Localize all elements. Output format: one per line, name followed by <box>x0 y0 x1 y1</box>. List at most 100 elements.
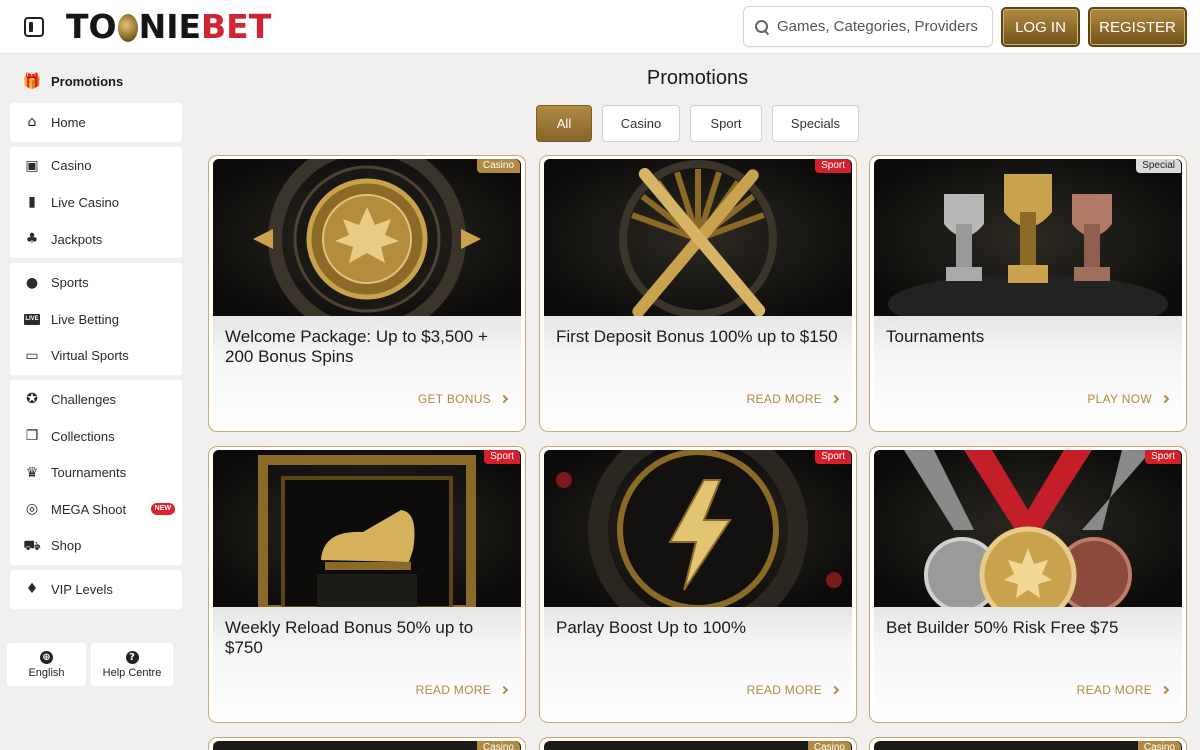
promo-cta-link[interactable]: READ MORE <box>746 683 840 697</box>
category-badge: Casino <box>476 159 520 173</box>
sidebar-toggle-icon[interactable] <box>24 17 44 37</box>
promo-card[interactable]: Sport First Deposit Bonus 100% up to $150… <box>539 155 857 432</box>
new-badge: NEW <box>150 502 175 515</box>
promo-cta-link[interactable]: PLAY NOW <box>1087 392 1170 406</box>
promo-card[interactable]: Sport Parlay Boost Up to 100% READ MORE <box>539 446 857 723</box>
clover-icon: ♣ <box>25 231 39 248</box>
logo[interactable]: TO NIE BET <box>66 8 271 46</box>
sidebar-item-vip-levels[interactable]: ♦ VIP Levels <box>10 571 182 608</box>
sidebar-item-home[interactable]: ⌂ Home <box>10 104 182 141</box>
search-box[interactable] <box>743 6 993 47</box>
coin-icon <box>117 14 138 42</box>
promo-image <box>544 741 852 750</box>
filter-casino[interactable]: Casino <box>602 105 680 142</box>
search-icon <box>755 19 769 34</box>
sidebar-item-jackpots[interactable]: ♣ Jackpots <box>10 221 182 258</box>
chevron-right-icon <box>499 685 509 695</box>
chevron-right-icon <box>830 394 840 404</box>
medal-icon: ✪ <box>26 391 38 408</box>
category-badge: Special <box>1136 159 1181 173</box>
search-input[interactable] <box>777 18 987 35</box>
chevron-right-icon <box>830 685 840 695</box>
sidebar-item-promotions[interactable]: 🎁 Promotions <box>10 64 182 98</box>
sidebar-item-label: Shop <box>51 538 82 554</box>
promo-cta-link[interactable]: GET BONUS <box>418 392 509 406</box>
promo-card[interactable]: Casino <box>539 737 857 750</box>
sidebar-item-mega-shoot[interactable]: ◎ MEGA Shoot NEW <box>10 491 182 528</box>
sidebar-item-label: VIP Levels <box>51 581 113 597</box>
target-icon: ◎ <box>25 501 39 518</box>
sidebar-item-label: Live Betting <box>51 311 119 327</box>
promo-title: First Deposit Bonus 100% up to $150 <box>556 327 838 346</box>
sidebar-group: ▣ Casino ▮ Live Casino ♣ Jackpots <box>10 146 182 259</box>
diamond-icon: ♦ <box>25 581 39 598</box>
promo-card[interactable]: Special Tournaments PLAY NOW <box>869 155 1187 432</box>
category-badge: Casino <box>807 741 851 750</box>
promo-cta-link[interactable]: READ MORE <box>746 392 840 406</box>
promo-card[interactable]: Casino <box>869 737 1187 750</box>
promo-cta-label: READ MORE <box>415 683 491 697</box>
login-button[interactable]: LOG IN <box>1001 7 1080 47</box>
globe-icon: ⊕ <box>40 650 53 664</box>
promo-cta-label: READ MORE <box>746 392 822 406</box>
filter-sport[interactable]: Sport <box>690 105 762 142</box>
category-badge: Sport <box>815 159 851 173</box>
chevron-right-icon <box>1160 394 1170 404</box>
sidebar-item-live-betting[interactable]: LIVE Live Betting <box>10 301 182 338</box>
category-badge: Sport <box>815 450 851 464</box>
promo-card[interactable]: Casino Welcome Package: Up to $3,500 + 20… <box>208 155 526 432</box>
chevron-right-icon <box>1160 685 1170 695</box>
language-button[interactable]: ⊕ English <box>7 643 86 686</box>
top-header: TO NIE BET LOG IN REGISTER <box>0 0 1200 54</box>
sidebar-item-shop[interactable]: ⛟ Shop <box>10 528 182 565</box>
promo-image <box>874 741 1182 750</box>
sidebar-item-casino[interactable]: ▣ Casino <box>10 148 182 185</box>
promo-image <box>874 450 1182 607</box>
cart-icon: ⛟ <box>23 537 41 554</box>
cards-icon: ❐ <box>25 428 39 445</box>
sidebar-item-label: Home <box>51 114 86 130</box>
filter-all[interactable]: All <box>536 105 592 142</box>
sidebar-item-label: Virtual Sports <box>51 348 129 364</box>
promo-cta-link[interactable]: READ MORE <box>1077 683 1170 697</box>
sidebar-item-label: Challenges <box>51 391 117 407</box>
filter-specials[interactable]: Specials <box>772 105 859 142</box>
category-badge: Sport <box>1145 450 1181 464</box>
promo-image <box>213 159 521 316</box>
promo-cta-link[interactable]: READ MORE <box>415 683 509 697</box>
promo-card[interactable]: Sport Bet Builder 50% Risk Free $75 READ M… <box>869 446 1187 723</box>
sidebar-group: ✪ Challenges ❐ Collections ♛ Tournaments ◎ MEGA… <box>10 380 182 566</box>
logo-text-1: TO <box>66 7 117 46</box>
sidebar-item-label: Collections <box>51 428 115 444</box>
sidebar-footer: ⊕ English ? Help Centre <box>7 643 173 686</box>
promo-card[interactable]: Sport Weekly Reload Bonus 50% up to $750 R… <box>208 446 526 723</box>
sidebar-item-label: Live Casino <box>51 194 119 210</box>
register-button[interactable]: REGISTER <box>1088 7 1187 47</box>
slot-machine-icon: ▣ <box>25 157 39 174</box>
promo-title: Parlay Boost Up to 100% <box>556 618 746 637</box>
filter-tabs: All Casino Sport Specials <box>536 105 859 142</box>
promo-title: Welcome Package: Up to $3,500 + 200 Bonu… <box>225 327 488 366</box>
sidebar-group: ♦ VIP Levels <box>10 570 182 609</box>
help-centre-button[interactable]: ? Help Centre <box>91 643 173 686</box>
sidebar-item-label: Sports <box>51 275 89 291</box>
help-icon: ? <box>125 650 139 664</box>
sidebar-item-label: Jackpots <box>51 231 103 247</box>
promo-image <box>213 741 521 750</box>
sidebar-item-challenges[interactable]: ✪ Challenges <box>10 381 182 418</box>
logo-text-3: BET <box>201 7 272 46</box>
sidebar-item-live-casino[interactable]: ▮ Live Casino <box>10 184 182 221</box>
promo-cta-label: READ MORE <box>746 683 822 697</box>
promo-card[interactable]: Casino <box>208 737 526 750</box>
sidebar-item-virtual-sports[interactable]: ▭ Virtual Sports <box>10 338 182 375</box>
sidebar-group: ● Sports LIVE Live Betting ▭ Virtual Sports <box>10 263 182 376</box>
sidebar-item-label: Promotions <box>51 73 124 89</box>
language-label: English <box>28 666 65 679</box>
sidebar-item-sports[interactable]: ● Sports <box>10 264 182 301</box>
ball-icon: ● <box>25 274 39 291</box>
sidebar-item-collections[interactable]: ❐ Collections <box>10 418 182 455</box>
promo-image <box>544 450 852 607</box>
sidebar-item-tournaments[interactable]: ♛ Tournaments <box>10 454 182 491</box>
monitor-icon: ▭ <box>25 347 39 364</box>
promo-title: Weekly Reload Bonus 50% up to $750 <box>225 618 474 657</box>
